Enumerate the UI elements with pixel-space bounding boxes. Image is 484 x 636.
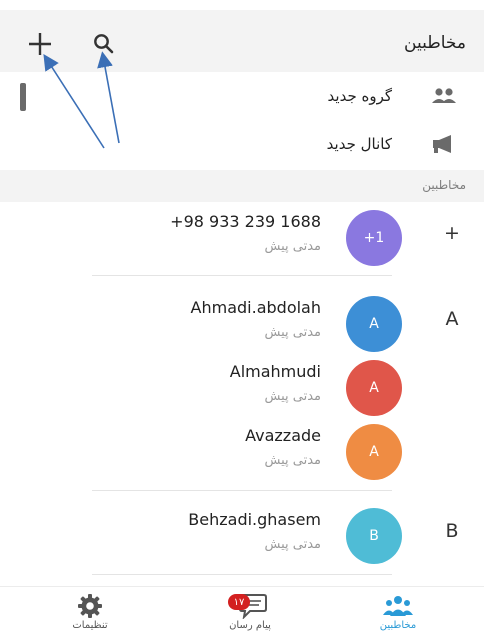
- contact-row[interactable]: Almahmudi مدتی پیش A: [0, 352, 484, 422]
- search-icon: [94, 34, 114, 54]
- avatar: A: [346, 296, 402, 352]
- bottom-nav: تنظیمات ۱۷ پیام رسان مخاطبین: [0, 586, 484, 636]
- search-button[interactable]: [84, 24, 124, 64]
- plus-icon: [29, 33, 51, 55]
- megaphone-icon: [428, 132, 460, 156]
- contact-row[interactable]: Ahmadi.abdolah مدتی پیش A A: [0, 288, 484, 358]
- contact-name: Avazzade: [245, 426, 321, 445]
- contact-status: مدتی پیش: [264, 239, 322, 254]
- section-header: مخاطبین: [0, 170, 484, 202]
- page-title: مخاطبین: [404, 33, 466, 53]
- gear-icon: [77, 592, 103, 620]
- new-channel-label: کانال جدید: [326, 135, 392, 153]
- index-letter: +: [444, 222, 460, 244]
- index-letter: A: [445, 308, 459, 330]
- contacts-icon: [382, 592, 414, 620]
- contact-status: مدتی پیش: [264, 453, 322, 468]
- contact-name: Almahmudi: [229, 362, 321, 381]
- tab-settings-label: تنظیمات: [72, 620, 108, 631]
- contact-status: مدتی پیش: [264, 537, 322, 552]
- avatar: +1: [346, 210, 402, 266]
- unread-badge: ۱۷: [228, 594, 250, 610]
- tab-contacts[interactable]: مخاطبین: [343, 587, 453, 636]
- contact-status: مدتی پیش: [264, 325, 322, 340]
- contact-row[interactable]: Behzadi.ghasem مدتی پیش B B: [0, 500, 484, 570]
- tab-settings[interactable]: تنظیمات: [35, 587, 145, 636]
- tab-contacts-label: مخاطبین: [379, 620, 417, 631]
- avatar: A: [346, 424, 402, 480]
- index-letter: B: [445, 520, 459, 542]
- avatar: B: [346, 508, 402, 564]
- contact-status: مدتی پیش: [264, 389, 322, 404]
- contact-name: Ahmadi.abdolah: [190, 298, 321, 317]
- contact-name: +98 933 239 1688: [170, 212, 321, 231]
- contact-name: Behzadi.ghasem: [188, 510, 321, 529]
- contact-row[interactable]: Avazzade مدتی پیش A: [0, 416, 484, 486]
- add-contact-button[interactable]: [20, 24, 60, 64]
- new-channel-item[interactable]: کانال جدید: [0, 120, 484, 168]
- divider: [92, 275, 392, 276]
- divider: [92, 490, 392, 491]
- tab-messenger[interactable]: ۱۷ پیام رسان: [195, 587, 305, 636]
- section-title: مخاطبین: [422, 178, 466, 192]
- avatar: A: [346, 360, 402, 416]
- chat-icon: ۱۷: [228, 592, 270, 620]
- contact-row[interactable]: +98 933 239 1688 مدتی پیش +1 +: [0, 202, 484, 272]
- new-group-label: گروه جدید: [327, 87, 392, 105]
- app-bar: مخاطبین: [0, 0, 484, 72]
- tab-messenger-label: پیام رسان: [229, 620, 271, 631]
- divider: [92, 574, 392, 575]
- group-icon: [428, 84, 460, 108]
- new-group-item[interactable]: گروه جدید: [0, 72, 484, 120]
